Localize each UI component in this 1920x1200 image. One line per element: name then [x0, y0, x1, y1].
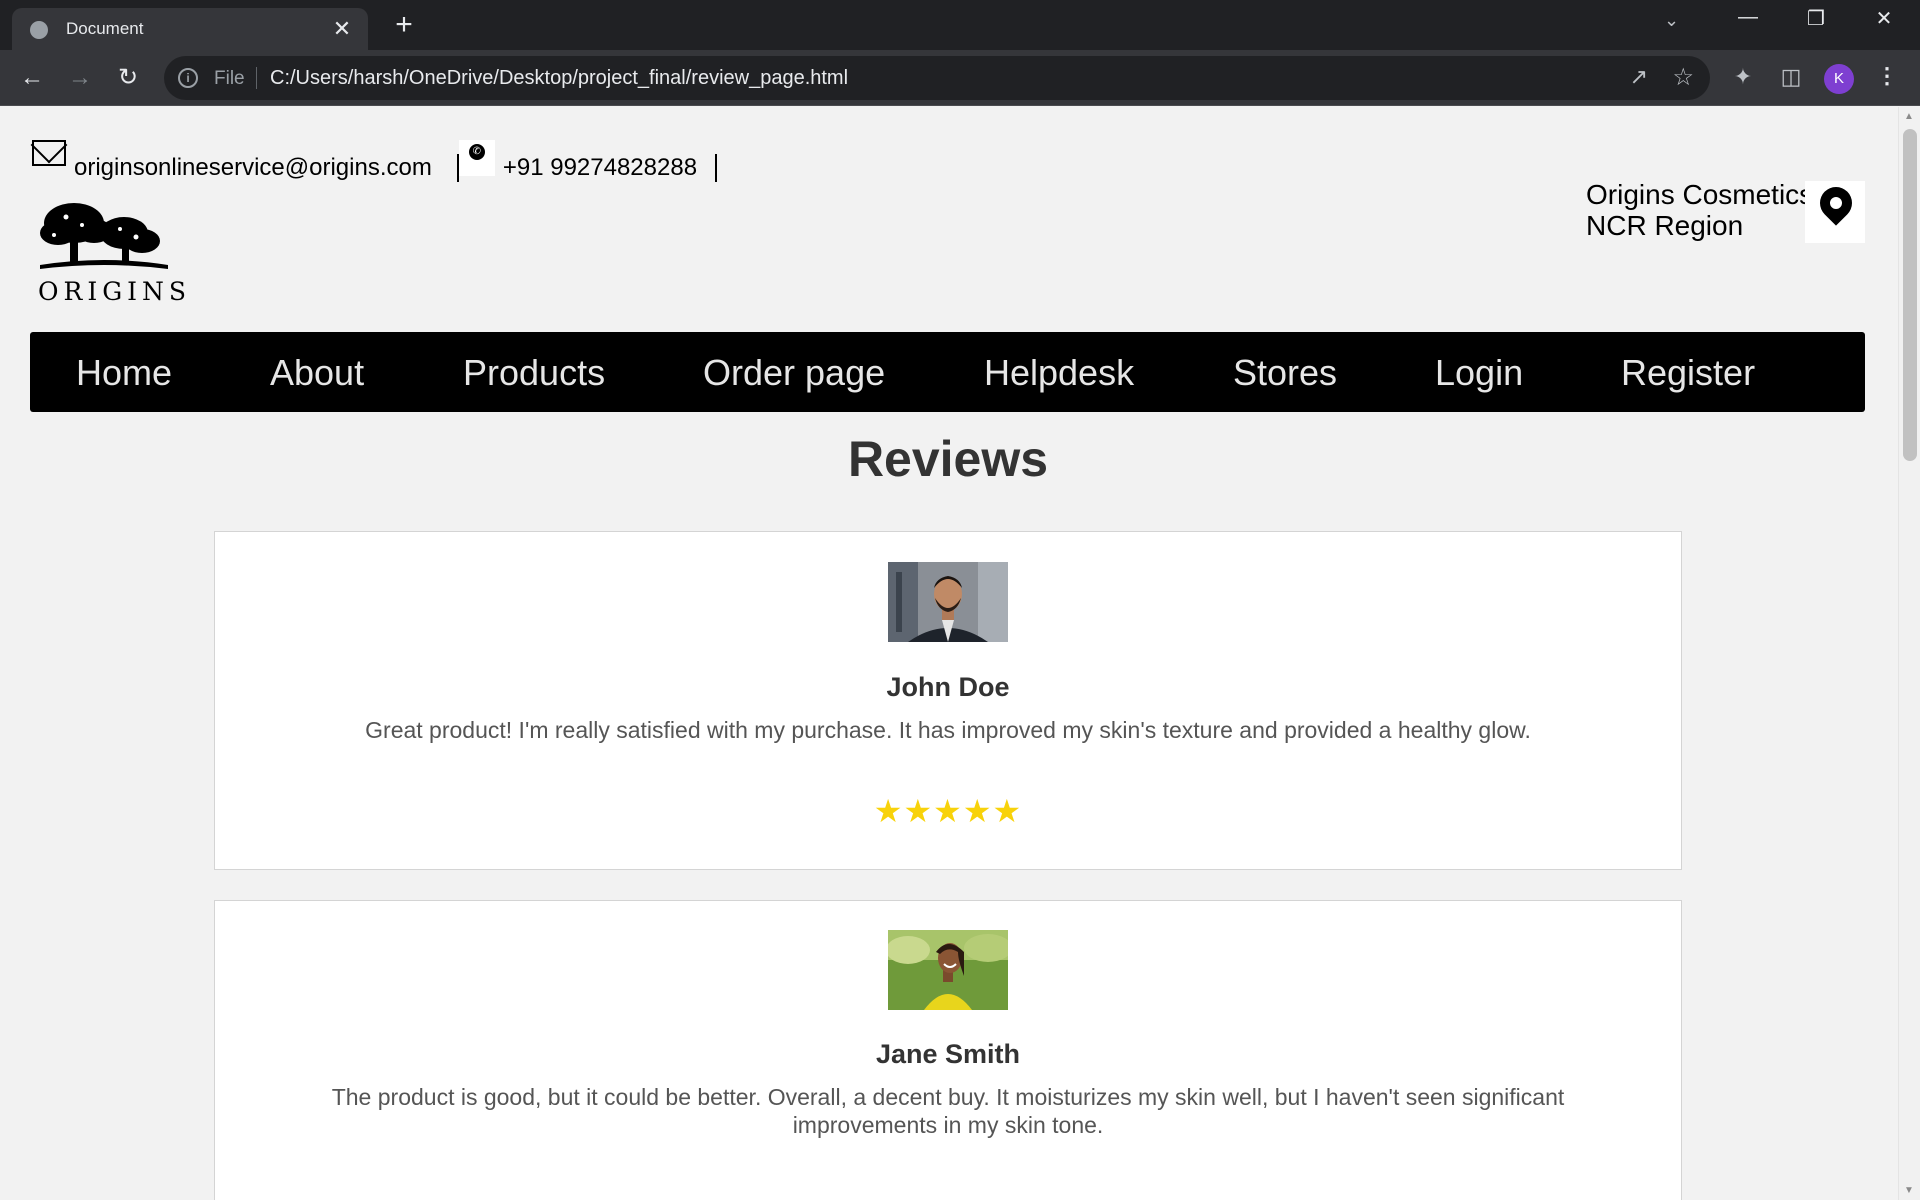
contact-phone[interactable]: +91 99274828288 [503, 154, 697, 182]
review-card: John Doe Great product! I'm really satis… [214, 531, 1682, 870]
main-nav: Home About Products Order page Helpdesk … [30, 332, 1865, 412]
review-card: Jane Smith The product is good, but it c… [214, 900, 1682, 1200]
star-rating: ★★★★★ [873, 793, 1023, 829]
profile-avatar[interactable]: K [1824, 64, 1854, 94]
browser-toolbar: ← → ↻ i File C:/Users/harsh/OneDrive/Des… [0, 50, 1920, 106]
tab-title: Document [66, 19, 144, 38]
bookmark-star-icon[interactable]: ☆ [1672, 63, 1694, 92]
phone-icon: ✆ [458, 140, 495, 176]
browser-tab-strip: Document ✕ + ⌄ — ❐ ✕ [0, 0, 1920, 50]
reviewer-name: Jane Smith [875, 1039, 1021, 1069]
extensions-puzzle-icon[interactable]: ✦ [1728, 64, 1758, 90]
divider [715, 154, 718, 182]
review-text: Great product! I'm really satisfied with… [365, 717, 1531, 743]
nav-about[interactable]: About [270, 352, 364, 394]
side-panel-icon[interactable]: ◫ [1776, 64, 1806, 90]
scrollbar-thumb[interactable] [1903, 129, 1917, 461]
origins-logo[interactable]: ORIGINS [36, 197, 186, 307]
nav-order-page[interactable]: Order page [703, 352, 885, 394]
forward-arrow-icon[interactable]: → [62, 60, 98, 96]
back-arrow-icon[interactable]: ← [14, 60, 50, 96]
share-icon[interactable]: ↗ [1630, 64, 1648, 90]
logo-wordmark: ORIGINS [38, 277, 192, 306]
reload-icon[interactable]: ↻ [110, 60, 146, 96]
review-text: The product is good, but it could be bet… [331, 1084, 1565, 1138]
nav-login[interactable]: Login [1435, 352, 1523, 394]
window-close-icon[interactable]: ✕ [1864, 6, 1904, 31]
nav-products[interactable]: Products [463, 352, 605, 394]
mail-icon [32, 140, 66, 166]
nav-register[interactable]: Register [1621, 352, 1755, 394]
vertical-scrollbar[interactable]: ▲ ▼ [1898, 107, 1920, 1200]
contact-bar: originsonlineservice@origins.com ✆ +91 9… [32, 140, 718, 182]
store-name: Origins Cosmetics [1586, 179, 1814, 210]
nav-home[interactable]: Home [76, 352, 172, 394]
tab-close-icon[interactable]: ✕ [328, 15, 356, 43]
tree-logo-icon [40, 203, 168, 269]
nav-stores[interactable]: Stores [1233, 352, 1337, 394]
page-viewport: originsonlineservice@origins.com ✆ +91 9… [0, 107, 1898, 1200]
url-text[interactable]: C:/Users/harsh/OneDrive/Desktop/project_… [270, 67, 848, 90]
reviewer-name: John Doe [886, 672, 1010, 702]
contact-email[interactable]: originsonlineservice@origins.com [74, 154, 432, 182]
scheme-label: File [214, 68, 245, 89]
info-icon[interactable]: i [178, 68, 198, 88]
reviewer-avatar [888, 930, 1008, 1010]
menu-kebab-icon[interactable]: ⋮ [1876, 63, 1898, 89]
location-pin-icon[interactable] [1805, 180, 1865, 243]
tab-search-chevron-icon[interactable]: ⌄ [1664, 10, 1679, 31]
nav-helpdesk[interactable]: Helpdesk [984, 352, 1134, 394]
scroll-down-arrow-icon[interactable]: ▼ [1904, 1185, 1914, 1196]
scroll-up-arrow-icon[interactable]: ▲ [1904, 111, 1914, 122]
minimize-icon[interactable]: — [1728, 6, 1768, 29]
new-tab-button[interactable]: + [388, 10, 420, 40]
address-bar[interactable]: i File C:/Users/harsh/OneDrive/Desktop/p… [164, 56, 1710, 100]
store-info: Origins Cosmetics NCR Region [1586, 179, 1813, 241]
globe-icon [30, 21, 48, 39]
restore-icon[interactable]: ❐ [1796, 6, 1836, 31]
browser-tab[interactable]: Document ✕ [12, 8, 368, 50]
store-region: NCR Region [1586, 210, 1744, 241]
address-divider [256, 67, 257, 89]
page-title: Reviews [847, 431, 1049, 487]
reviewer-avatar [888, 562, 1008, 642]
